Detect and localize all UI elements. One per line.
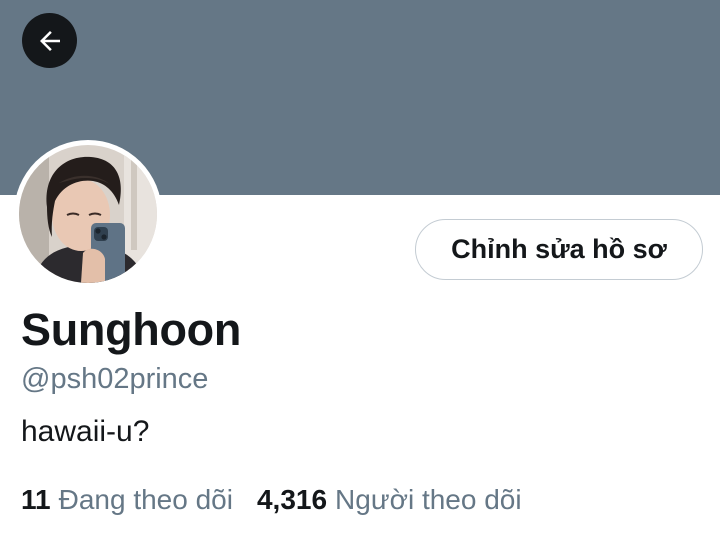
back-button[interactable] — [22, 13, 77, 68]
profile-bio: hawaii-u? — [21, 415, 150, 448]
avatar[interactable] — [14, 140, 162, 288]
edit-profile-button[interactable]: Chỉnh sửa hồ sơ — [415, 219, 703, 280]
follow-stats: 11 Đang theo dõi 4,316 Người theo dõi — [21, 482, 522, 518]
followers-label: Người theo dõi — [335, 484, 522, 515]
following-label: Đang theo dõi — [58, 484, 233, 515]
followers-count: 4,316 — [256, 484, 328, 515]
display-name: Sunghoon — [21, 304, 242, 355]
username-handle: @psh02prince — [21, 363, 209, 395]
following-count: 11 — [21, 484, 51, 515]
followers-link[interactable]: 4,316 Người theo dõi — [257, 482, 522, 518]
following-link[interactable]: 11 Đang theo dõi — [21, 482, 233, 518]
profile-photo — [19, 145, 157, 283]
arrow-left-icon — [39, 30, 60, 51]
